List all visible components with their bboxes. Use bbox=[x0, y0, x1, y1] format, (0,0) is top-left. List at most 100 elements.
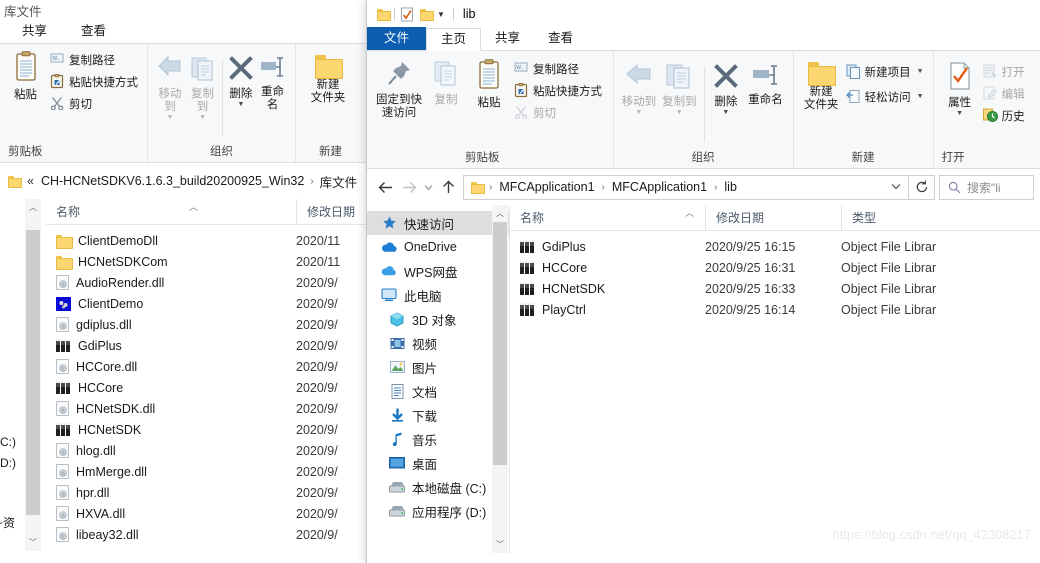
address-dropdown-icon[interactable] bbox=[886, 182, 906, 192]
breadcrumb-item-0[interactable]: CH-HCNetSDKV6.1.6.3_build20200925_Win32 bbox=[41, 174, 304, 188]
column-header-name-back[interactable]: 名称 bbox=[46, 199, 296, 225]
file-name-cell[interactable]: PlayCtrl bbox=[510, 303, 705, 317]
copy-path-button-back[interactable]: W.. 复制路径 bbox=[47, 50, 141, 69]
nav-item-3D 对象[interactable]: 3D 对象 bbox=[367, 307, 509, 331]
back-navpane[interactable]: C:) D:) +资 ︿ ﹀ bbox=[0, 199, 46, 551]
file-name-cell[interactable]: HCNetSDK bbox=[46, 423, 296, 437]
open-button[interactable]: 打开 bbox=[980, 62, 1028, 81]
nav-item-视频[interactable]: 视频 bbox=[367, 331, 509, 355]
copy-button[interactable]: 复制 bbox=[425, 56, 467, 107]
move-to-button-back[interactable]: 移动到 ▼ bbox=[154, 52, 186, 121]
delete-button[interactable]: 删除 ▼ bbox=[708, 60, 745, 116]
recent-locations-button[interactable] bbox=[421, 175, 436, 199]
file-name-cell[interactable]: HCNetSDK bbox=[510, 282, 705, 296]
tab-view[interactable]: 查看 bbox=[534, 27, 587, 50]
file-name-cell[interactable]: gdiplus.dll bbox=[46, 317, 296, 332]
column-header-name[interactable]: 名称 bbox=[510, 205, 705, 231]
file-name-cell[interactable]: HXVA.dll bbox=[46, 506, 296, 521]
column-header-date[interactable]: 修改日期 bbox=[705, 205, 841, 231]
chevron-down-icon[interactable]: ▼ bbox=[917, 68, 924, 75]
file-name-cell[interactable]: hpr.dll bbox=[46, 485, 296, 500]
chevron-down-icon[interactable]: ▼ bbox=[676, 109, 683, 116]
file-name-cell[interactable]: ClientDemo bbox=[46, 296, 296, 311]
file-name-cell[interactable]: HCNetSDKCom bbox=[46, 255, 296, 270]
file-name-cell[interactable]: hlog.dll bbox=[46, 443, 296, 458]
scroll-up-icon[interactable]: ︿ bbox=[492, 205, 508, 222]
copy-path-button[interactable]: W.. 复制路径 bbox=[511, 59, 605, 78]
edit-button[interactable]: 编辑 bbox=[980, 84, 1028, 103]
forward-button[interactable] bbox=[397, 175, 421, 199]
back-button[interactable] bbox=[373, 175, 397, 199]
new-folder-icon[interactable] bbox=[420, 9, 434, 21]
delete-button-back[interactable]: 删除 ▼ bbox=[226, 52, 256, 108]
history-button[interactable]: 历史 bbox=[980, 106, 1028, 125]
easy-access-button[interactable]: 轻松访问 ▼ bbox=[843, 87, 927, 106]
copy-to-button[interactable]: 复制到 ▼ bbox=[658, 60, 700, 116]
breadcrumb-item-2[interactable]: lib bbox=[720, 180, 741, 194]
tab-share[interactable]: 共享 bbox=[481, 27, 534, 50]
chevron-down-icon[interactable]: ▼ bbox=[722, 109, 729, 116]
file-name-cell[interactable]: AudioRender.dll bbox=[46, 275, 296, 290]
folder-icon[interactable] bbox=[471, 182, 485, 194]
chevron-down-icon[interactable]: ▼ bbox=[167, 114, 174, 121]
table-row[interactable]: PlayCtrl 2020/9/25 16:14 Object File Libra… bbox=[510, 299, 1040, 320]
table-row[interactable]: GdiPlus 2020/9/25 16:15 Object File Librar bbox=[510, 236, 1040, 257]
properties-button[interactable]: 属性 ▼ bbox=[940, 59, 980, 117]
copy-to-button-back[interactable]: 复制到 ▼ bbox=[186, 52, 219, 121]
file-name-cell[interactable]: GdiPlus bbox=[46, 339, 296, 353]
refresh-button[interactable] bbox=[909, 174, 935, 200]
nav-item-应用程序 (D:)[interactable]: 应用程序 (D:) bbox=[367, 499, 509, 523]
file-name-cell[interactable]: libeay32.dll bbox=[46, 527, 296, 542]
nav-item-下载[interactable]: 下载 bbox=[367, 403, 509, 427]
nav-item-音乐[interactable]: 音乐 bbox=[367, 427, 509, 451]
file-name-cell[interactable]: HmMerge.dll bbox=[46, 464, 296, 479]
table-row[interactable]: HCNetSDK 2020/9/25 16:33 Object File Libra… bbox=[510, 278, 1040, 299]
tab-home[interactable]: 主页 bbox=[426, 28, 482, 51]
new-folder-button[interactable]: 新建 文件夹 bbox=[800, 59, 843, 112]
rename-button[interactable]: 重命名 bbox=[744, 60, 786, 107]
scroll-down-icon[interactable]: ﹀ bbox=[492, 536, 508, 553]
front-column-headers[interactable]: 名称 修改日期 类型 ︿ bbox=[510, 205, 1040, 231]
file-name-cell[interactable]: HCNetSDK.dll bbox=[46, 401, 296, 416]
nav-item-OneDrive[interactable]: OneDrive bbox=[367, 235, 509, 259]
breadcrumb-item-1[interactable]: MFCApplication1 bbox=[608, 180, 711, 194]
column-header-type[interactable]: 类型 bbox=[841, 205, 1001, 231]
paste-shortcut-button[interactable]: 粘贴快捷方式 bbox=[511, 81, 605, 100]
tab-share-back[interactable]: 共享 bbox=[0, 20, 61, 43]
address-breadcrumb-bar[interactable]: › MFCApplication1 › MFCApplication1 › li… bbox=[463, 174, 909, 200]
scroll-down-icon[interactable]: ﹀ bbox=[25, 534, 41, 551]
breadcrumb-overflow[interactable]: « bbox=[27, 174, 34, 188]
chevron-down-icon[interactable]: ▼ bbox=[956, 110, 963, 117]
cut-button[interactable]: 剪切 bbox=[511, 103, 605, 122]
tab-view-back[interactable]: 查看 bbox=[61, 20, 120, 43]
front-filepane[interactable]: 名称 修改日期 类型 ︿ GdiPlus 2020/9/25 16:15 Objec… bbox=[510, 205, 1040, 553]
nav-item-文档[interactable]: 文档 bbox=[367, 379, 509, 403]
nav-item-本地磁盘 (C:)[interactable]: 本地磁盘 (C:) bbox=[367, 475, 509, 499]
scrollbar-thumb[interactable] bbox=[493, 222, 507, 465]
chevron-down-icon[interactable]: ▼ bbox=[199, 114, 206, 121]
scrollbar-thumb[interactable] bbox=[26, 230, 40, 515]
chevron-down-icon[interactable]: ▼ bbox=[917, 93, 924, 100]
table-row[interactable]: HCCore 2020/9/25 16:31 Object File Librar bbox=[510, 257, 1040, 278]
folder-icon[interactable] bbox=[377, 9, 391, 21]
paste-shortcut-button-back[interactable]: 粘贴快捷方式 bbox=[47, 72, 141, 91]
nav-item-快速访问[interactable]: 快速访问 bbox=[367, 211, 509, 235]
scroll-up-icon[interactable]: ︿ bbox=[25, 199, 41, 216]
search-input[interactable]: 搜索"li bbox=[939, 174, 1034, 200]
nav-item-此电脑[interactable]: 此电脑 bbox=[367, 283, 509, 307]
pin-to-quick-access-button[interactable]: 固定到快 速访问 bbox=[373, 56, 425, 120]
up-button[interactable] bbox=[436, 175, 460, 199]
move-to-button[interactable]: 移动到 ▼ bbox=[620, 60, 659, 116]
file-name-cell[interactable]: ClientDemoDll bbox=[46, 234, 296, 249]
front-ribbon-tabs[interactable]: 文件 主页 共享 查看 bbox=[367, 27, 1040, 51]
front-titlebar[interactable]: ▼ lib bbox=[367, 0, 1040, 28]
rename-button-back[interactable]: 重命名 bbox=[256, 52, 289, 112]
chevron-down-icon[interactable]: ▼ bbox=[237, 101, 244, 108]
front-nav-scrollbar[interactable]: ︿ ﹀ bbox=[492, 205, 508, 553]
cut-button-back[interactable]: 剪切 bbox=[47, 94, 141, 113]
paste-button[interactable]: 粘贴 bbox=[467, 56, 511, 110]
tab-file[interactable]: 文件 bbox=[367, 27, 427, 50]
breadcrumb-item-1[interactable]: 库文件 bbox=[320, 172, 358, 191]
back-nav-scrollbar[interactable]: ︿ ﹀ bbox=[25, 199, 41, 551]
nav-item-WPS网盘[interactable]: WPS网盘 bbox=[367, 259, 509, 283]
